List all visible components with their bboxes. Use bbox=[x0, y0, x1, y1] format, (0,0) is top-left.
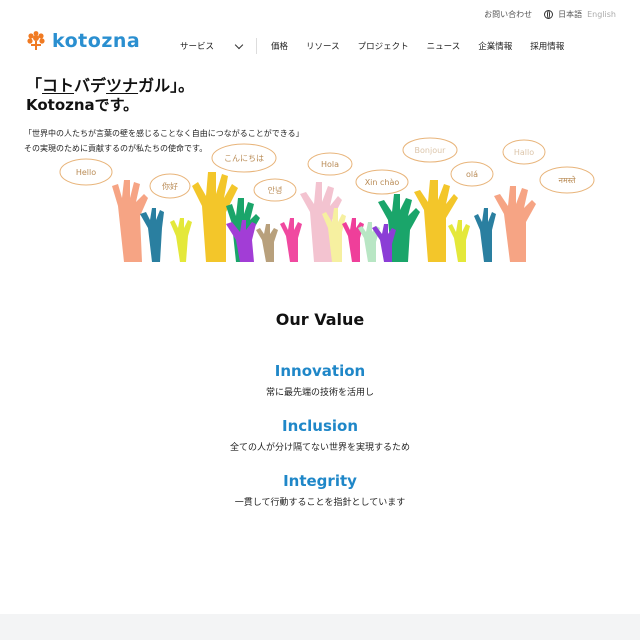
language-switcher: 日本語 English bbox=[544, 9, 616, 20]
nav-item-company[interactable]: 企業情報 bbox=[478, 40, 512, 52]
bubble-text: Xin chào bbox=[365, 178, 400, 187]
site-logo[interactable]: kotozna bbox=[26, 30, 140, 52]
nav-item-news[interactable]: ニュース bbox=[427, 40, 461, 52]
value-item-inclusion: Inclusion 全ての人が分け隔てない世界を実現するため bbox=[0, 417, 640, 453]
value-description: 一貫して行動することを指針としています bbox=[234, 498, 406, 508]
bubble-text: Bonjour bbox=[415, 146, 447, 155]
chevron-down-icon bbox=[234, 40, 244, 49]
globe-icon bbox=[544, 9, 554, 19]
footer-band bbox=[0, 614, 640, 640]
main-nav: サービス 価格 リソース プロジェクト ニュース 企業情報 採用情報 bbox=[180, 38, 582, 54]
hero-body-text: その実現のために貢献するのが私たちの使命です。 bbox=[24, 144, 208, 153]
hero-body-text: 「世界中の人たちが言葉の壁を感じることなく自由につながることができる」 bbox=[24, 129, 304, 138]
section-title: Our Value bbox=[275, 310, 365, 329]
bubble-text: Hola bbox=[321, 160, 339, 169]
value-heading: Integrity bbox=[283, 472, 357, 490]
bubble-text: नमस्ते bbox=[559, 175, 576, 185]
logo-flower-icon bbox=[27, 31, 45, 50]
value-item-integrity: Integrity 一貫して行動することを指針としています bbox=[0, 472, 640, 508]
bubble-text: Hallo bbox=[514, 148, 534, 157]
value-description: 全ての人が分け隔てない世界を実現するため bbox=[229, 443, 410, 453]
value-heading: Inclusion bbox=[281, 417, 359, 435]
nav-item-services[interactable]: サービス bbox=[180, 40, 244, 52]
contact-link[interactable]: お問い合わせ bbox=[484, 9, 532, 20]
hero-subheadline: Kotoznaです。 bbox=[26, 96, 139, 114]
nav-item-careers[interactable]: 採用情報 bbox=[530, 40, 564, 52]
lang-en-link[interactable]: English bbox=[587, 10, 616, 19]
value-description: 常に最先端の技術を活用し bbox=[265, 388, 374, 398]
bubble-text: こんにちは bbox=[224, 154, 264, 163]
nav-divider bbox=[256, 38, 258, 54]
nav-item-projects[interactable]: プロジェクト bbox=[358, 40, 409, 52]
value-heading: Innovation bbox=[274, 362, 366, 380]
value-item-innovation: Innovation 常に最先端の技術を活用し bbox=[0, 362, 640, 398]
nav-label: サービス bbox=[180, 42, 215, 52]
utility-bar: お問い合わせ 日本語 English bbox=[484, 6, 616, 22]
hero-headline: 「コトバデツナガル」。 bbox=[26, 76, 195, 95]
bubble-text: 안녕 bbox=[268, 185, 283, 195]
lang-ja-link[interactable]: 日本語 bbox=[558, 9, 582, 20]
bubble-text: 你好 bbox=[162, 181, 178, 191]
logo-wordmark: kotozna bbox=[52, 30, 141, 52]
hero-hands-illustration: Hello 你好 こんにちは 안녕 Hola Xin chào Bonjour … bbox=[59, 137, 595, 262]
bubble-text: olá bbox=[466, 170, 478, 179]
nav-item-resources[interactable]: リソース bbox=[306, 40, 340, 52]
nav-item-pricing[interactable]: 価格 bbox=[271, 40, 288, 52]
bubble-text: Hello bbox=[76, 168, 96, 177]
